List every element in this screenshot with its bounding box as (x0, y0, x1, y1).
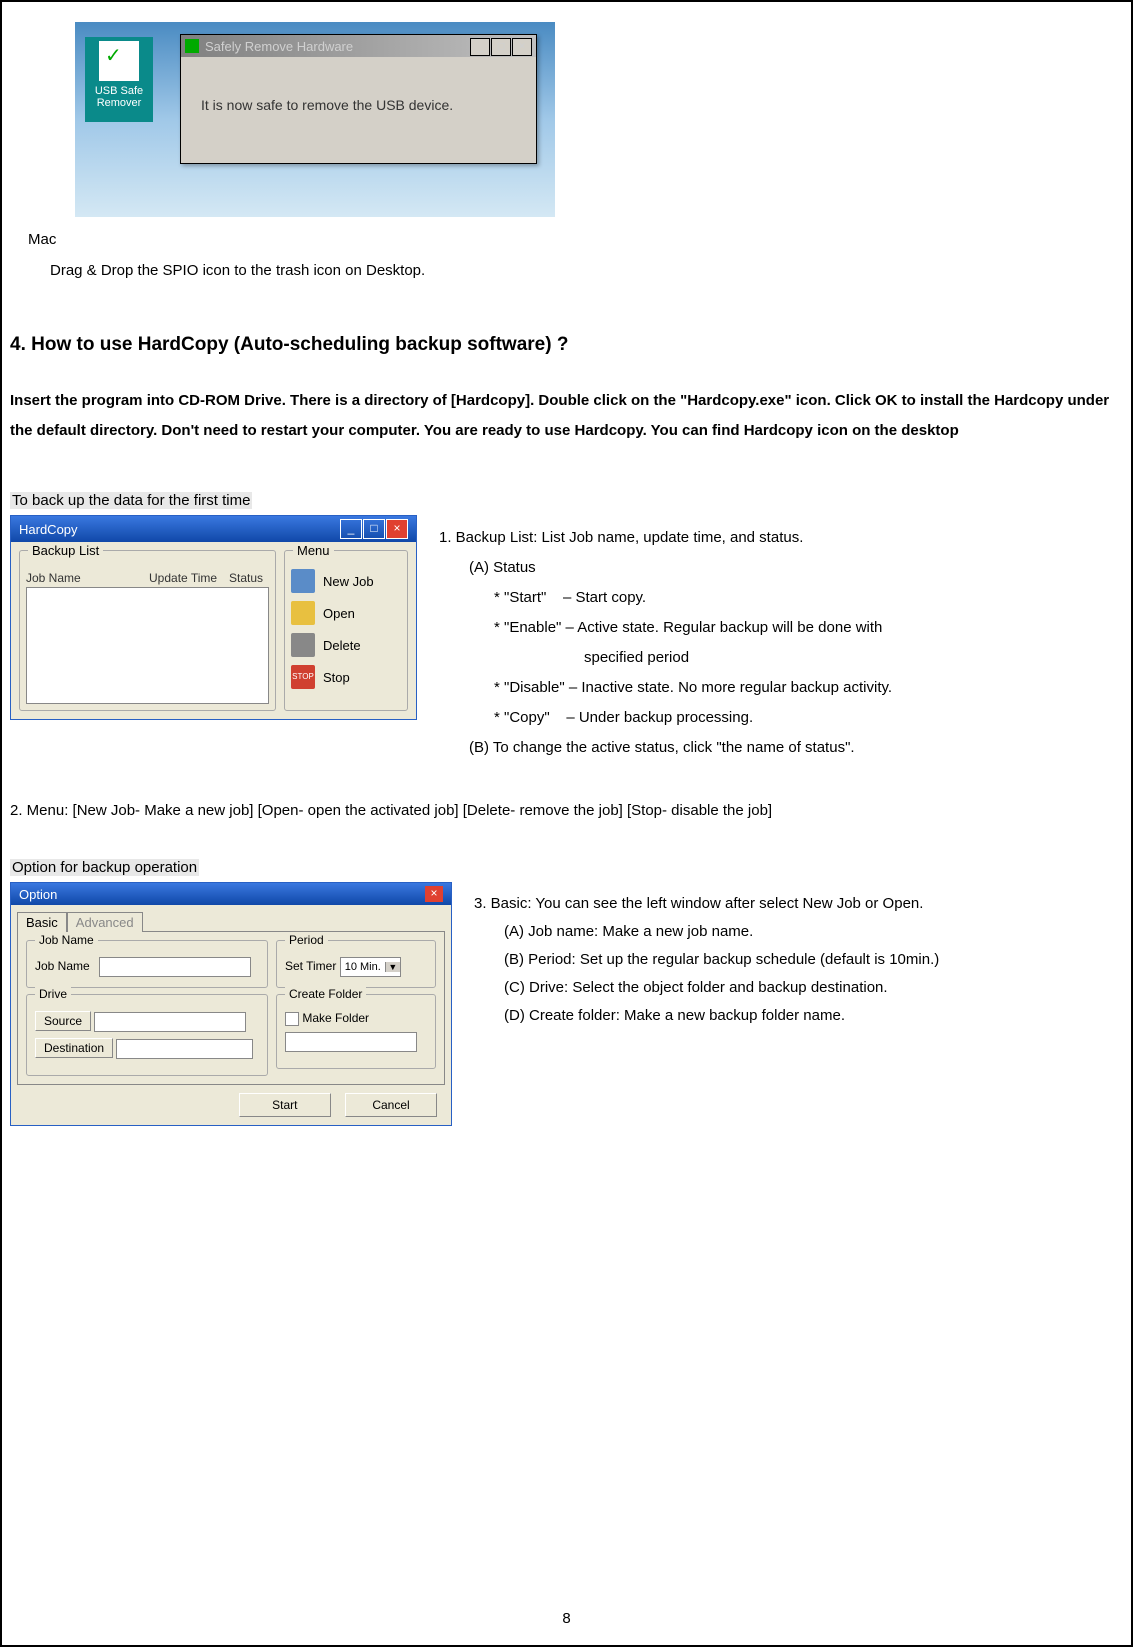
option-window: Option × BasicAdvanced Job Name Job Name… (10, 882, 452, 1126)
dialog-safely-remove: Safely Remove Hardware _□× It is now saf… (180, 34, 537, 164)
option-description: 3. Basic: You can see the left window af… (452, 882, 1123, 1030)
chevron-down-icon: ▼ (385, 962, 400, 972)
desc-line: (A) Status (439, 553, 1115, 583)
close-button[interactable]: × (386, 519, 408, 539)
destination-input[interactable] (116, 1039, 253, 1059)
group-legend: Drive (35, 987, 71, 1001)
delete-icon (291, 633, 315, 657)
make-folder-label: Make Folder (302, 1011, 369, 1025)
source-input[interactable] (94, 1012, 246, 1032)
usb-icon-label2: Remover (85, 97, 153, 109)
screenshot-safely-remove: USB Safe Remover Safely Remove Hardware … (75, 22, 555, 217)
menu-stop-label: Stop (323, 670, 350, 685)
col-update-time: Update Time (149, 571, 229, 585)
desc-line: 3. Basic: You can see the left window af… (474, 890, 1115, 918)
group-legend: Job Name (35, 933, 98, 947)
page-number: 8 (2, 1610, 1131, 1627)
menu-delete[interactable]: Delete (291, 633, 401, 657)
desc-line: * "Copy" – Under backup processing. (439, 703, 1115, 733)
install-paragraph: Insert the program into CD-ROM Drive. Th… (10, 386, 1123, 446)
timer-value: 10 Min. (341, 961, 385, 973)
menu-panel: Menu New Job Open Delete STOPStop (284, 550, 408, 711)
make-folder-checkbox[interactable] (285, 1012, 299, 1026)
desc-line: (D) Create folder: Make a new backup fol… (474, 1002, 1115, 1030)
set-timer-label: Set Timer (285, 959, 336, 973)
backup-list-panel: Backup List Job Name Update Time Status (19, 550, 276, 711)
folder-name-input[interactable] (285, 1032, 417, 1052)
group-legend: Create Folder (285, 987, 366, 1001)
desc-line: * "Start" – Start copy. (439, 583, 1115, 613)
dialog-title: Safely Remove Hardware (205, 39, 353, 54)
backup-description: 1. Backup List: List Job name, update ti… (417, 515, 1123, 763)
hardcopy-titlebar: HardCopy _□× (11, 516, 416, 542)
desc-line: (B) Period: Set up the regular backup sc… (474, 946, 1115, 974)
close-button[interactable]: × (512, 38, 532, 56)
usb-icon (99, 41, 139, 81)
col-status: Status (229, 571, 269, 585)
option-title: Option (19, 887, 57, 902)
open-icon (291, 601, 315, 625)
usb-safe-remover-icon: USB Safe Remover (85, 37, 153, 122)
stop-icon: STOP (291, 665, 315, 689)
maximize-button[interactable]: □ (491, 38, 511, 56)
group-legend: Period (285, 933, 328, 947)
dialog-body: It is now safe to remove the USB device. (181, 57, 536, 163)
job-name-input[interactable] (99, 957, 251, 977)
mac-heading: Mac (28, 231, 1123, 248)
group-job-name: Job Name Job Name (26, 940, 268, 988)
job-name-label: Job Name (35, 959, 90, 973)
menu-open[interactable]: Open (291, 601, 401, 625)
subsection-option: Option for backup operation (10, 859, 199, 876)
group-period: Period Set Timer 10 Min.▼ (276, 940, 436, 988)
backup-list[interactable] (26, 587, 269, 704)
menu-new-job[interactable]: New Job (291, 569, 401, 593)
group-drive: Drive Source Destination (26, 994, 268, 1076)
tab-basic[interactable]: Basic (17, 912, 67, 932)
desc-line: (B) To change the active status, click "… (439, 733, 1115, 763)
desc-line: (C) Drive: Select the object folder and … (474, 974, 1115, 1002)
col-job-name: Job Name (26, 571, 149, 585)
destination-button[interactable]: Destination (35, 1038, 113, 1058)
source-button[interactable]: Source (35, 1011, 91, 1031)
menu-description: 2. Menu: [New Job- Make a new job] [Open… (10, 799, 1123, 823)
group-create-folder: Create Folder Make Folder (276, 994, 436, 1069)
tab-advanced[interactable]: Advanced (67, 912, 143, 932)
menu-open-label: Open (323, 606, 355, 621)
close-button[interactable]: × (425, 886, 443, 902)
mac-instruction: Drag & Drop the SPIO icon to the trash i… (50, 262, 1123, 279)
hardcopy-title: HardCopy (19, 522, 78, 537)
hardcopy-window: HardCopy _□× Backup List Job Name Update… (10, 515, 417, 720)
desc-line: * "Enable" – Active state. Regular backu… (439, 613, 1115, 643)
cancel-button[interactable]: Cancel (345, 1093, 437, 1117)
new-job-icon (291, 569, 315, 593)
desc-line: * "Disable" – Inactive state. No more re… (439, 673, 1115, 703)
maximize-button[interactable]: □ (363, 519, 385, 539)
dialog-titlebar: Safely Remove Hardware _□× (181, 35, 536, 57)
timer-dropdown[interactable]: 10 Min.▼ (340, 957, 401, 977)
desc-line: specified period (439, 643, 1115, 673)
hardware-icon (185, 39, 199, 53)
subsection-first-backup: To back up the data for the first time (10, 492, 252, 509)
minimize-button[interactable]: _ (470, 38, 490, 56)
desc-line: 1. Backup List: List Job name, update ti… (439, 523, 1115, 553)
start-button[interactable]: Start (239, 1093, 331, 1117)
usb-icon-label: USB Safe (85, 85, 153, 97)
backup-list-legend: Backup List (28, 543, 103, 558)
menu-legend: Menu (293, 543, 334, 558)
minimize-button[interactable]: _ (340, 519, 362, 539)
option-titlebar: Option × (11, 883, 451, 905)
menu-stop[interactable]: STOP Stop (291, 665, 401, 689)
desc-line: (A) Job name: Make a new job name. (474, 918, 1115, 946)
menu-delete-label: Delete (323, 638, 361, 653)
menu-new-job-label: New Job (323, 574, 374, 589)
section-4-title: 4. How to use HardCopy (Auto-scheduling … (10, 334, 1123, 356)
